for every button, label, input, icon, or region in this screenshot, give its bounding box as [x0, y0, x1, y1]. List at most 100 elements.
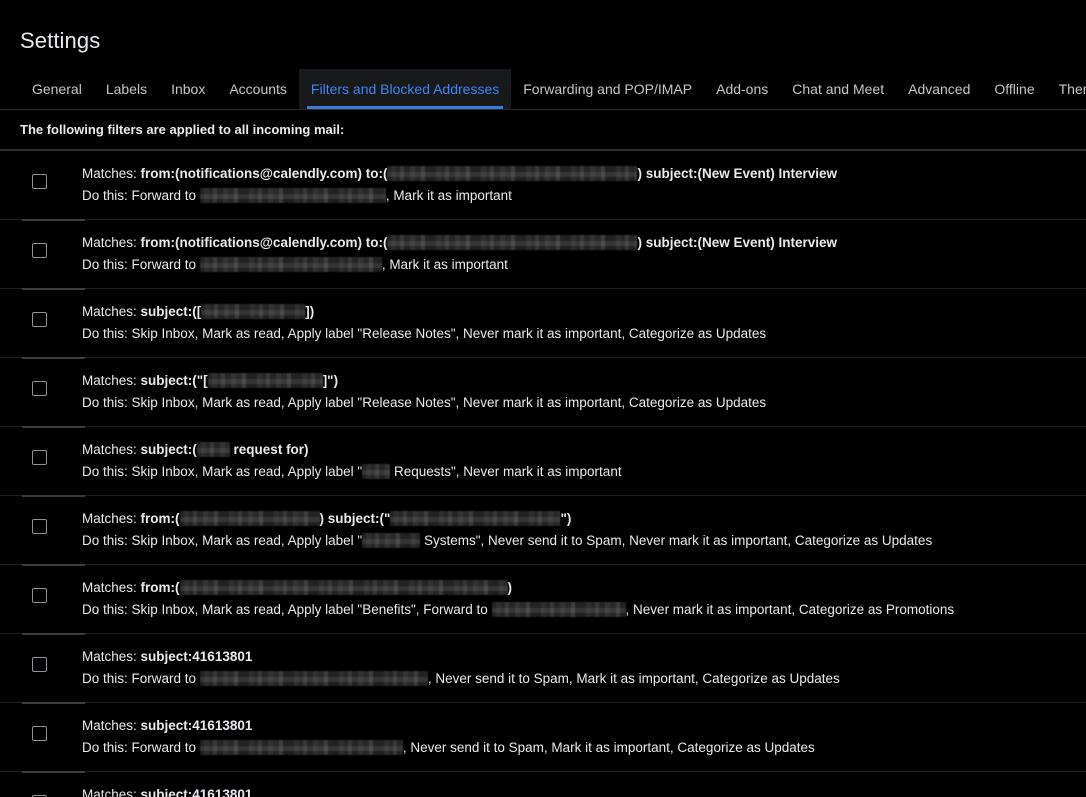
filter-select-cell: [0, 357, 64, 397]
tab-inbox[interactable]: Inbox: [159, 69, 217, 109]
matches-label: Matches:: [82, 649, 141, 665]
redacted-text: [179, 580, 508, 596]
filter-details: Matches: subject:( request for) Do this: …: [82, 426, 1086, 495]
filter-select-cell: [0, 426, 64, 466]
filter-criteria-text: ) subject:(New Event) Interview: [637, 166, 837, 182]
filter-checkbox[interactable]: [32, 726, 47, 742]
filter-select-cell: [0, 702, 64, 742]
tab-accounts[interactable]: Accounts: [217, 69, 299, 109]
filter-checkbox[interactable]: [32, 657, 47, 673]
filter-select-cell: [0, 288, 64, 328]
do-this-label: Do this:: [82, 602, 132, 618]
redacted-text: [362, 464, 391, 480]
filter-criteria-text: ) subject:(New Event) Interview: [637, 235, 837, 251]
tab-label: Advanced: [908, 81, 971, 98]
filter-select-cell: [0, 219, 64, 259]
filter-details: Matches: subject:([]) Do this: Skip Inbox…: [82, 288, 1086, 357]
filter-action-text: Skip Inbox, Mark as read, Apply label "R…: [131, 326, 767, 342]
filter-action-line: Do this: Skip Inbox, Mark as read, Apply…: [82, 461, 1086, 482]
filter-action-text: Systems", Never send it to Spam, Never m…: [420, 533, 933, 549]
tab-forwarding-and-pop-imap[interactable]: Forwarding and POP/IMAP: [511, 69, 704, 109]
filter-details: Matches: subject:("[]") Do this: Skip Inb…: [82, 357, 1086, 426]
matches-label: Matches:: [82, 304, 141, 320]
tab-offline[interactable]: Offline: [982, 69, 1046, 109]
filter-row: Matches: subject:41613801Do this: Forwar…: [0, 771, 1086, 797]
tab-labels[interactable]: Labels: [94, 69, 159, 109]
filter-action-line: Do this: Skip Inbox, Mark as read, Apply…: [82, 392, 1086, 413]
filter-action-text: , Mark it as important: [381, 257, 508, 273]
tab-general[interactable]: General: [20, 69, 94, 109]
filter-checkbox[interactable]: [32, 519, 47, 535]
do-this-label: Do this:: [82, 740, 132, 756]
filter-select-cell: [0, 633, 64, 673]
filter-matches-line: Matches: subject:41613801: [82, 715, 1086, 736]
filter-checkbox[interactable]: [32, 243, 47, 259]
filter-checkbox[interactable]: [32, 588, 47, 604]
tab-label: Labels: [105, 81, 148, 98]
tabbar-divider: [0, 109, 1086, 111]
do-this-label: Do this:: [82, 671, 132, 687]
filter-select-cell: [0, 564, 64, 604]
filter-action-text: , Mark it as important: [385, 188, 512, 204]
redacted-text: [199, 257, 382, 273]
filter-action-line: Do this: Forward to , Mark it as importa…: [82, 185, 1086, 206]
filter-criteria-text: subject:([: [140, 304, 202, 320]
filter-select-cell: [0, 771, 64, 797]
page-title: Settings: [20, 27, 101, 53]
filter-criteria-text: from:(: [140, 511, 180, 527]
tab-label: Themes: [1058, 81, 1086, 98]
matches-label: Matches:: [82, 787, 141, 797]
tab-themes[interactable]: Themes: [1047, 69, 1086, 109]
filter-checkbox[interactable]: [32, 312, 47, 328]
matches-label: Matches:: [82, 718, 141, 734]
filter-criteria-text: from:(notifications@calendly.com) to:(: [140, 166, 388, 182]
filter-criteria-text: ]): [305, 304, 315, 320]
filter-action-text: Skip Inbox, Mark as read, Apply label "R…: [131, 395, 767, 411]
tab-label: Accounts: [229, 81, 287, 98]
filter-matches-line: Matches: from:(): [82, 577, 1086, 598]
tab-advanced[interactable]: Advanced: [896, 69, 982, 109]
redacted-text: [387, 166, 638, 182]
do-this-label: Do this:: [82, 188, 132, 204]
filter-row: Matches: subject:("[]") Do this: Skip Inb…: [0, 357, 1086, 426]
tab-list: General Labels Inbox Accounts Filters and Bl…: [0, 69, 1086, 110]
do-this-label: Do this:: [82, 395, 132, 411]
filter-details: Matches: from:(notifications@calendly.co…: [82, 219, 1086, 288]
tab-filters-and-blocked-addresses[interactable]: Filters and Blocked Addresses: [298, 69, 512, 110]
filter-row: Matches: from:() Do this: Skip Inbox, Mar…: [0, 564, 1086, 633]
filter-row: Matches: subject:41613801Do this: Forwar…: [0, 702, 1086, 771]
filter-criteria-text: subject:(: [140, 442, 197, 458]
filter-matches-line: Matches: subject:41613801: [82, 646, 1086, 667]
filter-checkbox[interactable]: [32, 174, 47, 190]
tab-add-ons[interactable]: Add-ons: [704, 69, 780, 109]
filter-matches-line: Matches: subject:41613801: [82, 784, 1086, 797]
filter-matches-line: Matches: from:() subject:(" "): [82, 508, 1086, 529]
filter-criteria-text: subject:41613801: [140, 718, 253, 734]
filters-section-note: The following filters are applied to all…: [20, 122, 345, 138]
matches-label: Matches:: [82, 511, 141, 527]
filter-criteria-text: ) subject:(": [319, 511, 391, 527]
filter-checkbox[interactable]: [32, 381, 47, 397]
filter-details: Matches: subject:41613801Do this: Forwar…: [82, 771, 1086, 797]
tab-label: Chat and Meet: [792, 81, 885, 98]
tab-chat-and-meet[interactable]: Chat and Meet: [780, 69, 896, 109]
filter-action-text: Skip Inbox, Mark as read, Apply label "B…: [131, 602, 492, 618]
filter-action-line: Do this: Forward to , Never send it to S…: [82, 668, 1086, 689]
redacted-text: [201, 304, 306, 320]
filter-checkbox[interactable]: [32, 450, 47, 466]
redacted-text: [362, 533, 421, 549]
filter-criteria-text: ]"): [322, 373, 339, 389]
do-this-label: Do this:: [82, 464, 132, 480]
filter-action-text: Forward to: [131, 671, 200, 687]
filter-criteria-text: from:(: [140, 580, 180, 596]
filter-details: Matches: subject:41613801Do this: Forwar…: [82, 633, 1086, 702]
filter-matches-line: Matches: from:(notifications@calendly.co…: [82, 163, 1086, 184]
tab-label: Inbox: [171, 81, 206, 98]
matches-label: Matches:: [82, 235, 141, 251]
filter-row: Matches: from:(notifications@calendly.co…: [0, 219, 1086, 288]
redacted-text: [387, 235, 638, 251]
do-this-label: Do this:: [82, 326, 132, 342]
redacted-text: [199, 188, 386, 204]
matches-label: Matches:: [82, 373, 141, 389]
redacted-text: [179, 511, 320, 527]
